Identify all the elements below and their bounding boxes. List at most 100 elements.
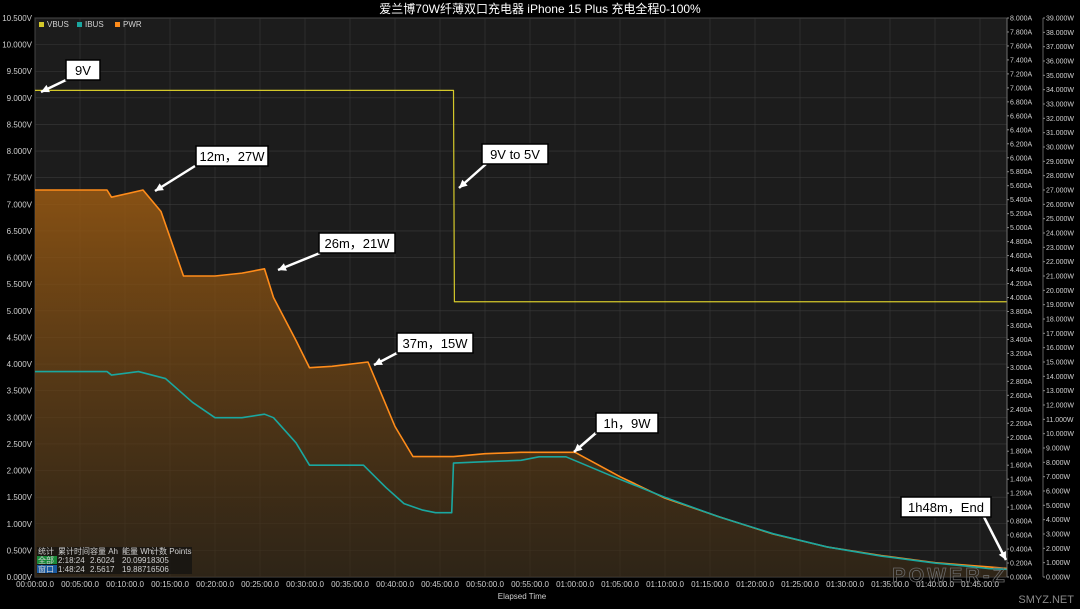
x-tick-label: 00:50:00.0 xyxy=(466,580,504,589)
x-tick-label: 00:00:00.0 xyxy=(16,580,54,589)
y-right2-tick-label: 0.000W xyxy=(1046,575,1071,582)
stats-cell: 全部 xyxy=(38,555,54,565)
x-tick-label: 00:15:00.0 xyxy=(151,580,189,589)
chart-title: 爱兰博70W纤薄双口充电器 iPhone 15 Plus 充电全程0-100% xyxy=(379,1,701,16)
y-left-tick-label: 5.000V xyxy=(7,307,33,316)
y-right1-tick-label: 0.800A xyxy=(1010,519,1033,526)
y-right2-tick-label: 3.000W xyxy=(1046,532,1071,539)
stats-cell: 19.8871 xyxy=(122,565,151,574)
y-right2-tick-label: 23.000W xyxy=(1046,245,1074,252)
y-right2-tick-label: 13.000W xyxy=(1046,388,1074,395)
y-right1-tick-label: 3.800A xyxy=(1010,309,1033,316)
y-right2-tick-label: 39.000W xyxy=(1046,16,1074,23)
y-left-tick-label: 0.500V xyxy=(7,546,33,555)
stats-header-cell: 统计 xyxy=(38,546,54,556)
y-right1-tick-label: 6.000A xyxy=(1010,155,1033,162)
x-tick-label: 01:25:00.0 xyxy=(781,580,819,589)
y-left-tick-label: 2.000V xyxy=(7,467,33,476)
x-tick-label: 00:05:00.0 xyxy=(61,580,99,589)
stats-cell: 6506 xyxy=(151,565,169,574)
y-right1-tick-label: 2.400A xyxy=(1010,407,1033,414)
x-tick-label: 00:40:00.0 xyxy=(376,580,414,589)
y-left-tick-label: 6.500V xyxy=(7,227,33,236)
x-tick-label: 01:15:00.0 xyxy=(691,580,729,589)
stats-cell: 窗口 xyxy=(38,564,54,574)
y-right2-tick-label: 37.000W xyxy=(1046,44,1074,51)
y-right1-tick-label: 4.800A xyxy=(1010,239,1033,246)
y-right2-tick-label: 4.000W xyxy=(1046,517,1071,524)
legend-swatch-pwr xyxy=(115,22,120,27)
y-right1-tick-label: 6.200A xyxy=(1010,141,1033,148)
annotation-label: 26m，21W xyxy=(324,236,390,251)
y-left-tick-label: 4.500V xyxy=(7,333,33,342)
y-right1-tick-label: 4.000A xyxy=(1010,295,1033,302)
y-right2-tick-label: 11.000W xyxy=(1046,417,1074,424)
legend-label-ibus: IBUS xyxy=(85,20,104,29)
y-right1-tick-label: 1.600A xyxy=(1010,463,1033,470)
legend-swatch-ibus xyxy=(77,22,82,27)
y-right2-tick-label: 15.000W xyxy=(1046,360,1074,367)
y-left-tick-label: 9.500V xyxy=(7,67,33,76)
y-right1-tick-label: 7.000A xyxy=(1010,85,1033,92)
y-right1-tick-label: 4.200A xyxy=(1010,281,1033,288)
annotation-label: 9V xyxy=(75,63,91,78)
stats-cell: 8305 xyxy=(151,556,169,565)
y-right1-tick-label: 7.400A xyxy=(1010,57,1033,64)
y-right2-tick-label: 16.000W xyxy=(1046,345,1074,352)
y-right1-tick-label: 3.000A xyxy=(1010,365,1033,372)
y-left-tick-label: 3.000V xyxy=(7,413,33,422)
y-left-tick-label: 8.000V xyxy=(7,147,33,156)
y-right1-tick-label: 4.400A xyxy=(1010,267,1033,274)
y-right1-tick-label: 0.000A xyxy=(1010,575,1033,582)
y-right1-tick-label: 6.800A xyxy=(1010,99,1033,106)
y-right2-tick-label: 22.000W xyxy=(1046,259,1074,266)
x-tick-label: 00:55:00.0 xyxy=(511,580,549,589)
y-right2-tick-label: 9.000W xyxy=(1046,446,1071,453)
y-right2-tick-label: 24.000W xyxy=(1046,231,1074,238)
annotation-label: 1h，9W xyxy=(604,416,652,431)
y-left-tick-label: 5.500V xyxy=(7,280,33,289)
x-tick-label: 01:05:00.0 xyxy=(601,580,639,589)
y-right2-tick-label: 26.000W xyxy=(1046,202,1074,209)
corner-watermark: SMYZ.NET xyxy=(1018,594,1074,606)
y-right2-tick-label: 28.000W xyxy=(1046,173,1074,180)
stats-cell: 20.0991 xyxy=(122,556,151,565)
y-right1-tick-label: 0.600A xyxy=(1010,533,1033,540)
y-right1-tick-label: 7.600A xyxy=(1010,43,1033,50)
y-left-tick-label: 10.000V xyxy=(2,41,32,50)
annotation-label: 12m，27W xyxy=(199,149,265,164)
legend-label-pwr: PWR xyxy=(123,20,142,29)
y-right2-tick-label: 34.000W xyxy=(1046,87,1074,94)
y-right2-tick-label: 21.000W xyxy=(1046,274,1074,281)
y-right1-tick-label: 3.400A xyxy=(1010,337,1033,344)
x-tick-label: 00:20:00.0 xyxy=(196,580,234,589)
y-right2-tick-label: 29.000W xyxy=(1046,159,1074,166)
x-tick-label: 00:30:00.0 xyxy=(286,580,324,589)
stats-header-cell: 容量 Ah xyxy=(90,546,118,556)
annotation-label: 1h48m，End xyxy=(908,500,984,515)
y-right2-tick-label: 8.000W xyxy=(1046,460,1071,467)
y-right2-tick-label: 36.000W xyxy=(1046,59,1074,66)
y-left-tick-label: 1.500V xyxy=(7,493,33,502)
y-right2-tick-label: 25.000W xyxy=(1046,216,1074,223)
y-left-tick-label: 1.000V xyxy=(7,520,33,529)
y-left-tick-label: 10.500V xyxy=(2,14,32,23)
stats-cell: 2:18:24 xyxy=(58,556,85,565)
y-left-tick-label: 3.500V xyxy=(7,387,33,396)
y-right2-tick-label: 33.000W xyxy=(1046,102,1074,109)
y-right2-tick-label: 18.000W xyxy=(1046,317,1074,324)
y-right2-tick-label: 6.000W xyxy=(1046,489,1071,496)
x-tick-label: 00:45:00.0 xyxy=(421,580,459,589)
stats-header-cell: 累计时间 xyxy=(58,546,90,556)
y-left-tick-label: 9.000V xyxy=(7,94,33,103)
stats-cell: 2.5617 xyxy=(90,565,115,574)
y-right1-tick-label: 1.200A xyxy=(1010,491,1033,498)
y-right2-tick-label: 32.000W xyxy=(1046,116,1074,123)
y-right1-tick-label: 1.800A xyxy=(1010,449,1033,456)
y-right1-tick-label: 3.200A xyxy=(1010,351,1033,358)
y-left-tick-label: 6.000V xyxy=(7,254,33,263)
y-right2-tick-label: 12.000W xyxy=(1046,403,1074,410)
y-right1-tick-label: 1.000A xyxy=(1010,505,1033,512)
y-right1-tick-label: 5.200A xyxy=(1010,211,1033,218)
y-right2-tick-label: 17.000W xyxy=(1046,331,1074,338)
